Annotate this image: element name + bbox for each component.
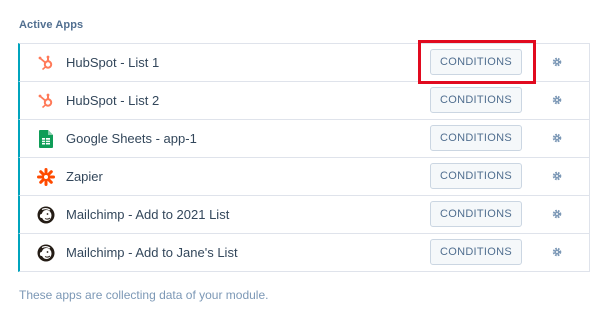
google-sheets-icon: [37, 130, 55, 148]
conditions-button[interactable]: CONDITIONS: [430, 201, 522, 227]
active-apps-list: HubSpot - List 1 CONDITIONS HubSpot - Li…: [18, 43, 590, 272]
gear-icon[interactable]: [550, 169, 564, 183]
app-row: HubSpot - List 2 CONDITIONS: [18, 81, 590, 119]
app-name: Zapier: [66, 169, 103, 184]
gear-icon[interactable]: [550, 55, 564, 69]
conditions-button[interactable]: CONDITIONS: [430, 87, 522, 113]
app-name: Mailchimp - Add to 2021 List: [66, 207, 230, 222]
gear-icon[interactable]: [550, 93, 564, 107]
hubspot-icon: [37, 92, 55, 110]
conditions-button[interactable]: CONDITIONS: [430, 163, 522, 189]
mailchimp-icon: [37, 206, 55, 224]
mailchimp-icon: [37, 244, 55, 262]
gear-icon[interactable]: [550, 131, 564, 145]
app-name: Mailchimp - Add to Jane's List: [66, 245, 238, 260]
zapier-icon: [37, 168, 55, 186]
conditions-button[interactable]: CONDITIONS: [430, 125, 522, 151]
conditions-button[interactable]: CONDITIONS: [430, 239, 522, 265]
app-row: Mailchimp - Add to Jane's List CONDITION…: [18, 233, 590, 272]
gear-icon[interactable]: [550, 207, 564, 221]
hubspot-icon: [37, 54, 55, 72]
conditions-button[interactable]: CONDITIONS: [430, 49, 522, 75]
app-row: Zapier CONDITIONS: [18, 157, 590, 195]
app-name: HubSpot - List 1: [66, 55, 160, 70]
app-row: Mailchimp - Add to 2021 List CONDITIONS: [18, 195, 590, 233]
app-row: HubSpot - List 1 CONDITIONS: [18, 43, 590, 81]
section-title: Active Apps: [19, 19, 84, 31]
app-row: Google Sheets - app-1 CONDITIONS: [18, 119, 590, 157]
gear-icon[interactable]: [550, 245, 564, 259]
app-name: HubSpot - List 2: [66, 93, 160, 108]
app-name: Google Sheets - app-1: [66, 131, 197, 146]
footer-note: These apps are collecting data of your m…: [19, 288, 269, 302]
